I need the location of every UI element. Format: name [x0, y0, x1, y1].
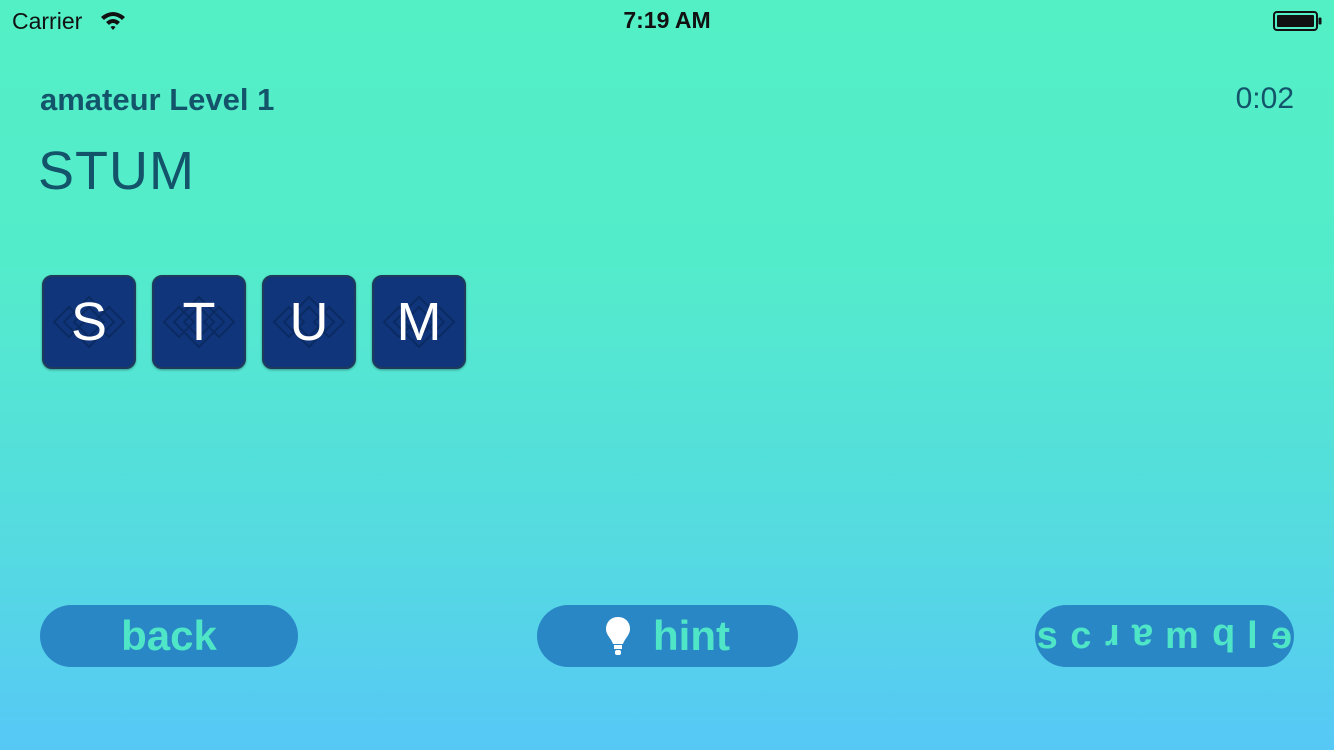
tile-letter: M	[396, 292, 442, 352]
letter-tile[interactable]: S	[42, 275, 136, 369]
tile-letter: S	[70, 292, 108, 352]
status-bar: Carrier 7:19 AM	[0, 0, 1334, 40]
status-time: 7:19 AM	[623, 7, 711, 33]
current-word: STUM	[38, 141, 195, 201]
level-title: amateur Level 1	[40, 82, 275, 117]
letter-tiles: S T U M	[42, 275, 466, 369]
hint-button[interactable]: hint	[537, 605, 798, 667]
scramble-letter: c	[1070, 614, 1093, 657]
scramble-letter: m	[1165, 614, 1200, 657]
scramble-letter: b	[1211, 615, 1236, 658]
letter-tile[interactable]: T	[152, 275, 246, 369]
lightbulb-icon	[606, 617, 631, 655]
scramble-letter: l	[1247, 614, 1259, 657]
letter-tile[interactable]: M	[372, 275, 466, 369]
scramble-letter: s	[1036, 614, 1059, 657]
scramble-button[interactable]: s c r a m b l e	[1035, 605, 1294, 667]
back-button-label: back	[121, 612, 217, 659]
back-button[interactable]: back	[40, 605, 298, 667]
tile-letter: T	[182, 292, 216, 352]
scramble-button-label: s c r a m b l e	[1037, 615, 1293, 658]
hint-button-label: hint	[653, 612, 730, 659]
letter-tile[interactable]: U	[262, 275, 356, 369]
scramble-letter: r	[1103, 615, 1120, 658]
game-timer: 0:02	[1235, 82, 1294, 115]
battery-icon	[1273, 11, 1322, 31]
tile-letter: U	[289, 292, 329, 352]
scramble-letter: e	[1270, 614, 1293, 657]
scramble-letter: a	[1131, 615, 1154, 658]
